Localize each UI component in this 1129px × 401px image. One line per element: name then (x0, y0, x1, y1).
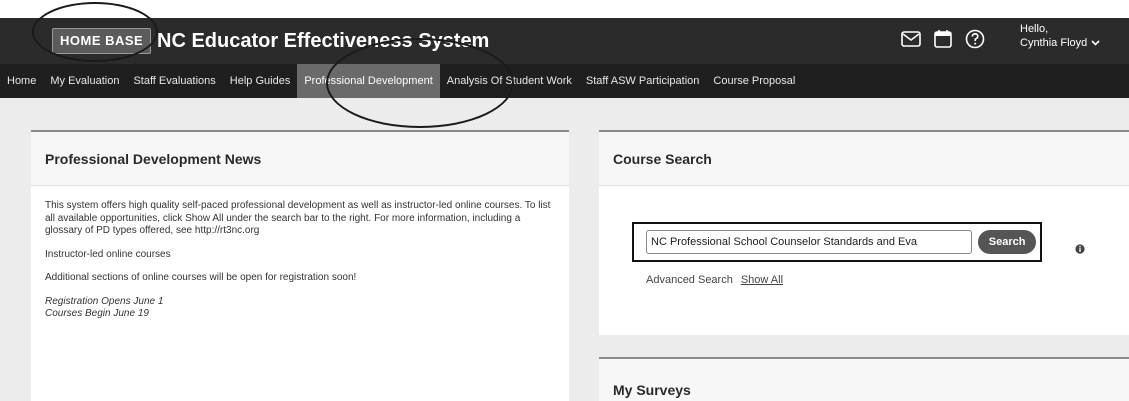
main-nav: Home My Evaluation Staff Evaluations Hel… (0, 64, 1129, 98)
nav-analysis-of-student-work[interactable]: Analysis Of Student Work (440, 64, 579, 98)
user-menu[interactable]: Hello, Cynthia Floyd (1020, 22, 1100, 50)
calendar-icon[interactable] (932, 28, 954, 50)
pd-news-body: This system offers high quality self-pac… (31, 186, 569, 321)
pd-news-intro: This system offers high quality self-pac… (45, 200, 551, 236)
advanced-search-link[interactable]: Advanced Search (646, 274, 733, 286)
help-icon[interactable] (964, 28, 986, 50)
nav-staff-evaluations[interactable]: Staff Evaluations (126, 64, 222, 98)
nav-home[interactable]: Home (0, 64, 43, 98)
my-surveys-title: My Surveys (599, 359, 1129, 401)
course-search-title: Course Search (599, 132, 1129, 186)
nav-help-guides[interactable]: Help Guides (223, 64, 298, 98)
user-name: Cynthia Floyd (1020, 37, 1088, 49)
app-header: HOME BASE NC Educator Effectiveness Syst… (0, 18, 1129, 64)
course-start-date: Courses Begin June 19 (45, 308, 149, 319)
registration-date: Registration Opens June 1 (45, 295, 164, 307)
greeting: Hello, (1020, 23, 1049, 35)
search-highlight-box: Search (632, 222, 1042, 262)
search-button[interactable]: Search (978, 230, 1036, 254)
pd-news-announcement: Additional sections of online courses wi… (45, 272, 357, 283)
nav-course-proposal[interactable]: Course Proposal (706, 64, 802, 98)
pd-news-title: Professional Development News (31, 132, 569, 186)
mail-icon[interactable] (900, 28, 922, 50)
app-title: NC Educator Effectiveness System (157, 30, 490, 52)
top-margin (0, 0, 1129, 18)
nav-professional-development[interactable]: Professional Development (297, 64, 440, 98)
my-surveys-panel: My Surveys (599, 357, 1129, 401)
chevron-down-icon (1091, 40, 1100, 46)
nav-staff-asw-participation[interactable]: Staff ASW Participation (579, 64, 707, 98)
home-base-logo[interactable]: HOME BASE (52, 28, 152, 54)
pd-news-panel: Professional Development News This syste… (31, 130, 569, 401)
info-icon[interactable] (1075, 244, 1085, 254)
show-all-link[interactable]: Show All (741, 274, 783, 286)
course-search-input[interactable] (646, 230, 973, 254)
search-links: Advanced Search Show All (646, 274, 783, 286)
nav-my-evaluation[interactable]: My Evaluation (43, 64, 126, 98)
pd-news-subheading: Instructor-led online courses (45, 248, 171, 260)
